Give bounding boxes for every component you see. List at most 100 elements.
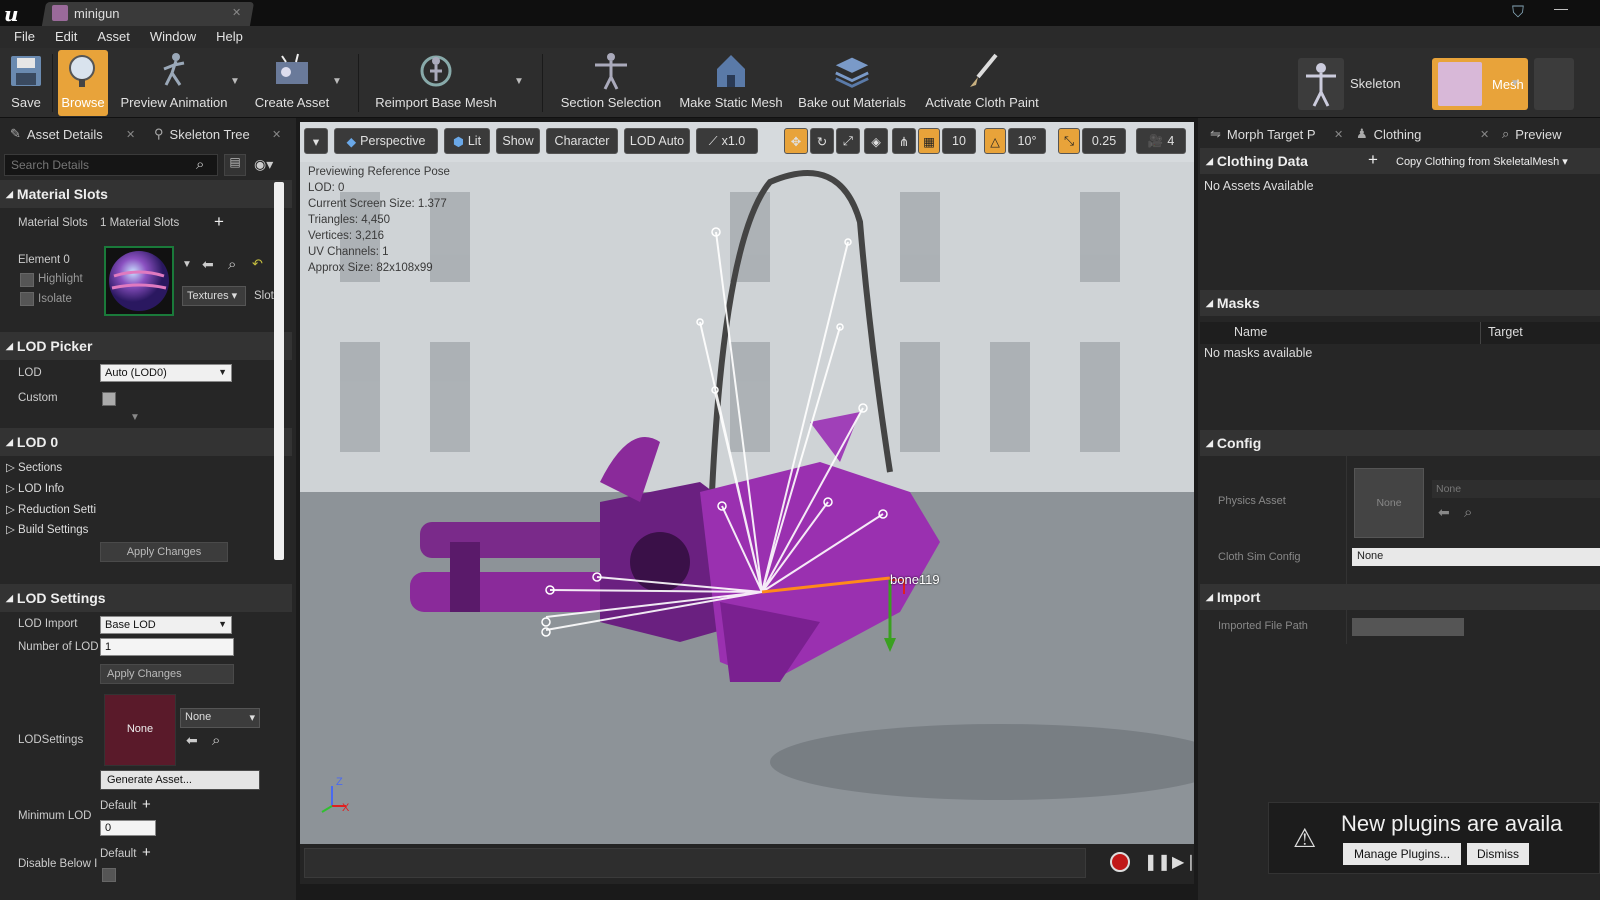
cloth-sim-config-dropdown[interactable]: None: [1352, 548, 1600, 566]
import-section-header[interactable]: ◢ Import: [1200, 584, 1600, 610]
lod0-section-header[interactable]: ◢ LOD 0: [0, 428, 292, 456]
textures-dropdown[interactable]: Textures ▾: [182, 286, 246, 306]
menu-window[interactable]: Window: [140, 26, 206, 48]
manage-plugins-button[interactable]: Manage Plugins...: [1343, 843, 1461, 865]
document-tab[interactable]: minigun: [52, 4, 242, 22]
eye-visibility-icon[interactable]: ◉▾: [254, 156, 273, 173]
tab-skeleton-tree[interactable]: ⚲ Skeleton Tree: [146, 122, 258, 146]
grid-snap-value[interactable]: 10: [942, 128, 976, 154]
tree-item-sections[interactable]: ▷ Sections: [6, 460, 62, 474]
imported-file-path-field[interactable]: [1352, 618, 1464, 636]
world-local-toggle-icon[interactable]: ◈: [864, 128, 888, 154]
pause-icon[interactable]: ❚❚: [1144, 852, 1171, 872]
lod-import-select[interactable]: Base LOD: [100, 616, 232, 634]
material-thumbnail[interactable]: [104, 246, 174, 316]
copy-clothing-dropdown[interactable]: Copy Clothing from SkeletalMesh ▾: [1390, 152, 1600, 172]
search-icon[interactable]: ⌕: [196, 156, 204, 173]
lod-picker-section-header[interactable]: ◢ LOD Picker: [0, 332, 292, 360]
details-scrollbar[interactable]: [274, 182, 284, 560]
expand-advanced-icon[interactable]: ▼: [130, 412, 140, 423]
minimize-button[interactable]: —: [1546, 0, 1576, 26]
masks-section-header[interactable]: ◢ Masks: [1200, 290, 1600, 316]
create-asset-dropdown-icon[interactable]: ▼: [332, 76, 342, 87]
lod-select[interactable]: Auto (LOD0): [100, 364, 232, 382]
lit-button[interactable]: ⬢ Lit: [444, 128, 490, 154]
close-tab-icon[interactable]: ✕: [232, 6, 241, 19]
config-section-header[interactable]: ◢ Config: [1200, 430, 1600, 456]
tree-item-build-settings[interactable]: ▷ Build Settings: [6, 522, 88, 536]
generate-asset-button[interactable]: Generate Asset...: [100, 770, 260, 790]
menu-edit[interactable]: Edit: [45, 26, 87, 48]
scale-snap-value[interactable]: 0.25: [1082, 128, 1126, 154]
material-slots-section-header[interactable]: ◢ Material Slots: [0, 180, 292, 208]
camera-speed-button[interactable]: 🎥 4: [1136, 128, 1186, 154]
add-clothing-icon[interactable]: +: [1368, 150, 1378, 170]
scale-snap-icon[interactable]: ⤡: [1058, 128, 1080, 154]
use-selected-arrow-icon[interactable]: ⬅: [202, 256, 214, 273]
tree-item-reduction-settings[interactable]: ▷ Reduction Setti: [6, 502, 96, 516]
animation-mode-thumbnail-icon[interactable]: [1534, 58, 1574, 110]
grid-snap-icon[interactable]: ▦: [918, 128, 940, 154]
menu-help[interactable]: Help: [206, 26, 253, 48]
character-button[interactable]: Character: [546, 128, 618, 154]
preview-animation-button[interactable]: Preview Animation: [116, 50, 232, 116]
browse-physics-asset-icon[interactable]: ⌕: [1464, 504, 1472, 521]
reimport-base-mesh-button[interactable]: Reimport Base Mesh: [372, 50, 500, 116]
timeline-scrubber[interactable]: [304, 848, 1086, 878]
tab-morph-target-preview[interactable]: ⇋ Morph Target P: [1202, 122, 1324, 146]
bake-materials-button[interactable]: Bake out Materials: [794, 50, 910, 116]
rotation-snap-value[interactable]: 10°: [1008, 128, 1046, 154]
3d-viewport[interactable]: bone119 Z X ▾ ◆ Perspective ⬢ Lit Show Cha…: [300, 122, 1194, 844]
create-asset-button[interactable]: Create Asset: [252, 50, 332, 116]
browse-asset-icon[interactable]: ⌕: [212, 732, 220, 749]
close-clothing-tab-icon[interactable]: ✕: [1480, 128, 1489, 141]
reset-to-default-icon[interactable]: ↶: [252, 256, 263, 272]
skeleton-thumbnail-icon[interactable]: [1298, 58, 1344, 110]
mesh-mode-dropdown-icon[interactable]: ▼: [1510, 78, 1520, 89]
scale-mode-icon[interactable]: ⤢: [836, 128, 860, 154]
search-details-input[interactable]: [4, 154, 218, 176]
dismiss-button[interactable]: Dismiss: [1467, 843, 1529, 865]
rotation-snap-icon[interactable]: △: [984, 128, 1006, 154]
masks-col-target[interactable]: Target: [1488, 325, 1523, 339]
skeleton-mode-label[interactable]: Skeleton: [1350, 76, 1401, 91]
menu-asset[interactable]: Asset: [87, 26, 140, 48]
activate-cloth-paint-button[interactable]: Activate Cloth Paint: [920, 50, 1044, 116]
section-selection-button[interactable]: Section Selection: [556, 50, 666, 116]
custom-lod-checkbox[interactable]: [102, 392, 116, 406]
number-of-lod-input[interactable]: 1: [100, 638, 234, 656]
show-button[interactable]: Show: [496, 128, 540, 154]
disable-below-checkbox[interactable]: [102, 868, 116, 882]
perspective-button[interactable]: ◆ Perspective: [334, 128, 438, 154]
lod-settings-asset-dropdown[interactable]: None ▾: [180, 708, 260, 728]
lod-settings-thumbnail[interactable]: None: [104, 694, 176, 766]
use-selected-arrow-icon[interactable]: ⬅: [1438, 504, 1450, 521]
add-platform-override-icon[interactable]: +: [142, 796, 151, 813]
material-dropdown-icon[interactable]: ▼: [182, 259, 192, 270]
tab-clothing[interactable]: ♟ Clothing: [1348, 122, 1429, 146]
reimport-dropdown-icon[interactable]: ▼: [514, 76, 524, 87]
record-icon[interactable]: [1110, 852, 1130, 872]
highlight-checkbox[interactable]: [20, 273, 34, 287]
use-selected-arrow-icon[interactable]: ⬅: [186, 732, 198, 749]
physics-asset-thumbnail[interactable]: None: [1354, 468, 1424, 538]
viewport-options-dropdown[interactable]: ▾: [304, 128, 328, 154]
tab-preview-settings[interactable]: ⌕ Preview: [1494, 122, 1570, 146]
minimum-lod-input[interactable]: 0: [100, 820, 156, 836]
surface-snap-icon[interactable]: ⋔: [892, 128, 916, 154]
add-platform-override-icon[interactable]: +: [142, 844, 151, 861]
save-button[interactable]: Save: [4, 50, 48, 116]
lod-settings-section-header[interactable]: ◢ LOD Settings: [0, 584, 292, 612]
browse-button[interactable]: Browse: [58, 50, 108, 116]
isolate-checkbox[interactable]: [20, 292, 34, 306]
rotate-mode-icon[interactable]: ↻: [810, 128, 834, 154]
add-material-slot-icon[interactable]: +: [214, 212, 224, 232]
browse-material-icon[interactable]: ⌕: [228, 256, 236, 273]
tree-item-lod-info[interactable]: ▷ LOD Info: [6, 481, 64, 495]
masks-col-name[interactable]: Name: [1234, 325, 1267, 339]
step-forward-icon[interactable]: ▶❘: [1172, 852, 1198, 872]
make-static-mesh-button[interactable]: Make Static Mesh: [676, 50, 786, 116]
lod-auto-button[interactable]: LOD Auto: [624, 128, 690, 154]
view-options-grid-icon[interactable]: ▤: [224, 154, 246, 176]
preview-animation-dropdown-icon[interactable]: ▼: [230, 76, 240, 87]
